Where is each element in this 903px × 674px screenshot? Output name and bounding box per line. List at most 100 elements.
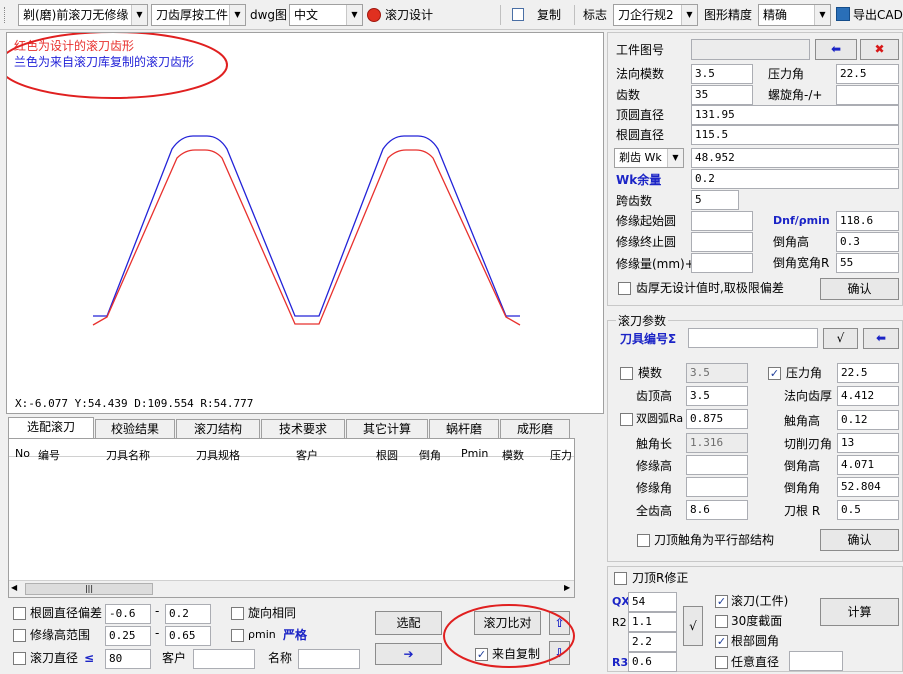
tip-length-input[interactable]: 1.316: [686, 433, 748, 453]
wk-allowance-input[interactable]: 0.2: [691, 169, 899, 189]
horizontal-scrollbar[interactable]: ◀ ||| ▶: [9, 580, 574, 597]
mod-height-checkbox[interactable]: [13, 629, 26, 642]
root-dev-checkbox[interactable]: [13, 607, 26, 620]
hob-dia-operator[interactable]: ≤: [84, 650, 94, 666]
tool-no-input[interactable]: [688, 328, 818, 348]
any-dia-input[interactable]: [789, 651, 843, 671]
mod-height-max[interactable]: 0.65: [165, 626, 211, 646]
hob-chamfer-height-input[interactable]: 4.071: [837, 455, 899, 475]
standard-select[interactable]: 刀企行规2 ▼: [613, 4, 698, 26]
normal-thick-input[interactable]: 4.412: [837, 386, 899, 406]
col-customer: 客户: [296, 449, 318, 462]
tab-select-hob[interactable]: 选配滚刀: [8, 417, 94, 438]
addendum-input[interactable]: 3.5: [686, 386, 748, 406]
hob-work-checkbox[interactable]: ✓: [715, 595, 728, 608]
mod-start-label: 修缘起始圆: [616, 214, 677, 228]
profile-canvas[interactable]: 红色为设计的滚刀齿形 兰色为来自滚刀库复制的滚刀齿形 X:-6.077 Y:54…: [6, 32, 604, 414]
hob-mod-height-label: 修缘高: [636, 459, 673, 473]
design-button[interactable]: 滚刀设计: [367, 7, 437, 24]
hob-module-input[interactable]: 3.5: [686, 363, 748, 383]
tab-other-calc[interactable]: 其它计算: [346, 419, 428, 438]
parallel-checkbox[interactable]: [637, 534, 650, 547]
full-height-input[interactable]: 8.6: [686, 500, 748, 520]
same-rotation-checkbox[interactable]: [231, 607, 244, 620]
mod-end-input[interactable]: [691, 232, 753, 252]
pressure-checkbox[interactable]: ✓: [768, 367, 781, 380]
teeth-input[interactable]: 35: [691, 85, 753, 105]
export-cad-button[interactable]: 导出CAD: [836, 6, 903, 24]
precision-select[interactable]: 精确 ▼: [758, 4, 831, 26]
back-button[interactable]: ⬅: [815, 39, 857, 60]
select-button[interactable]: 选配: [375, 611, 442, 635]
workpiece-confirm-button[interactable]: 确认: [820, 278, 899, 300]
limit-dev-checkbox[interactable]: [618, 282, 631, 295]
r-apply-button[interactable]: √: [683, 606, 703, 646]
tab-worm-grind[interactable]: 蜗杆磨: [429, 419, 499, 438]
tab-check-result[interactable]: 校验结果: [95, 419, 175, 438]
tab-hob-structure[interactable]: 滚刀结构: [176, 419, 260, 438]
copy-button[interactable]: 复制: [510, 6, 565, 24]
wk-select[interactable]: 剃齿 Wk ▼: [614, 148, 684, 168]
r3-label: R3: [612, 656, 629, 669]
double-arc-checkbox[interactable]: [620, 413, 633, 426]
hob-dia-input[interactable]: 80: [105, 649, 151, 669]
export-icon: [836, 7, 850, 21]
r3-input[interactable]: 0.6: [628, 652, 677, 672]
rho-label: ρmin: [248, 628, 276, 641]
scroll-thumb[interactable]: |||: [25, 583, 153, 595]
double-arc-input[interactable]: 0.875: [686, 409, 748, 429]
calculate-button[interactable]: 计算: [820, 598, 899, 626]
tip-dia-input[interactable]: 131.95: [691, 105, 899, 125]
normal-module-input[interactable]: 3.5: [691, 64, 753, 84]
hob-confirm-button[interactable]: 确认: [820, 529, 899, 551]
span-teeth-input[interactable]: 5: [691, 190, 739, 210]
mod-amount-input[interactable]: [691, 253, 753, 273]
tab-form-grind[interactable]: 成形磨: [500, 419, 570, 438]
chamfer-height-input[interactable]: 0.3: [836, 232, 899, 252]
arrow-right-icon: ➔: [403, 647, 414, 661]
section30-checkbox[interactable]: [715, 615, 728, 628]
hob-table[interactable]: ◀ ||| ▶: [8, 438, 575, 598]
arrow-right-button[interactable]: ➔: [375, 643, 442, 665]
customer-input[interactable]: [193, 649, 255, 669]
dnf-input[interactable]: 118.6: [836, 211, 899, 231]
root-r-input[interactable]: 0.5: [837, 500, 899, 520]
tip-height-input[interactable]: 0.12: [837, 410, 899, 430]
mod-height-min[interactable]: 0.25: [105, 626, 151, 646]
chamfer-width-input[interactable]: 55: [836, 253, 899, 273]
hob-dia-checkbox[interactable]: [13, 652, 26, 665]
cut-angle-label: 切削刃角: [784, 437, 833, 451]
delete-button[interactable]: ✖: [860, 39, 899, 60]
range-dash: -: [155, 626, 160, 640]
mod-start-input[interactable]: [691, 211, 753, 231]
select-button-label: 选配: [396, 616, 421, 630]
tool-back-button[interactable]: ⬅: [863, 328, 899, 349]
hob-chamfer-angle-input[interactable]: 52.804: [837, 477, 899, 497]
name-input[interactable]: [298, 649, 360, 669]
any-dia-checkbox[interactable]: [715, 656, 728, 669]
tab-tech-req[interactable]: 技术要求: [261, 419, 345, 438]
drawing-no-input[interactable]: [691, 39, 810, 60]
helix-input[interactable]: [836, 85, 899, 105]
hob-pressure-input[interactable]: 22.5: [837, 363, 899, 383]
language-select[interactable]: 中文 ▼: [289, 4, 363, 26]
root-round-checkbox[interactable]: ✓: [715, 635, 728, 648]
tool-apply-button[interactable]: √: [823, 328, 858, 349]
tip-r-checkbox[interactable]: [614, 572, 627, 585]
module-checkbox[interactable]: [620, 367, 633, 380]
tip-length-label: 触角长: [636, 437, 673, 451]
hob-mod-height-input[interactable]: [686, 455, 748, 475]
r2-input-b[interactable]: 2.2: [628, 632, 677, 652]
root-dev-min[interactable]: -0.6: [105, 604, 151, 624]
thickness-select[interactable]: 刀齿厚按工件 ▼: [151, 4, 246, 26]
cut-angle-input[interactable]: 13: [837, 433, 899, 453]
r2-input-a[interactable]: 1.1: [628, 612, 677, 632]
root-dia-input[interactable]: 115.5: [691, 125, 899, 145]
rho-checkbox[interactable]: [231, 629, 244, 642]
pressure-angle-input[interactable]: 22.5: [836, 64, 899, 84]
qx-input[interactable]: 54: [628, 592, 677, 612]
mode-select[interactable]: 剃(磨)前滚刀无修缘 ▼: [18, 4, 148, 26]
hob-mod-angle-input[interactable]: [686, 477, 748, 497]
root-dev-max[interactable]: 0.2: [165, 604, 211, 624]
wk-input[interactable]: 48.952: [691, 148, 899, 168]
